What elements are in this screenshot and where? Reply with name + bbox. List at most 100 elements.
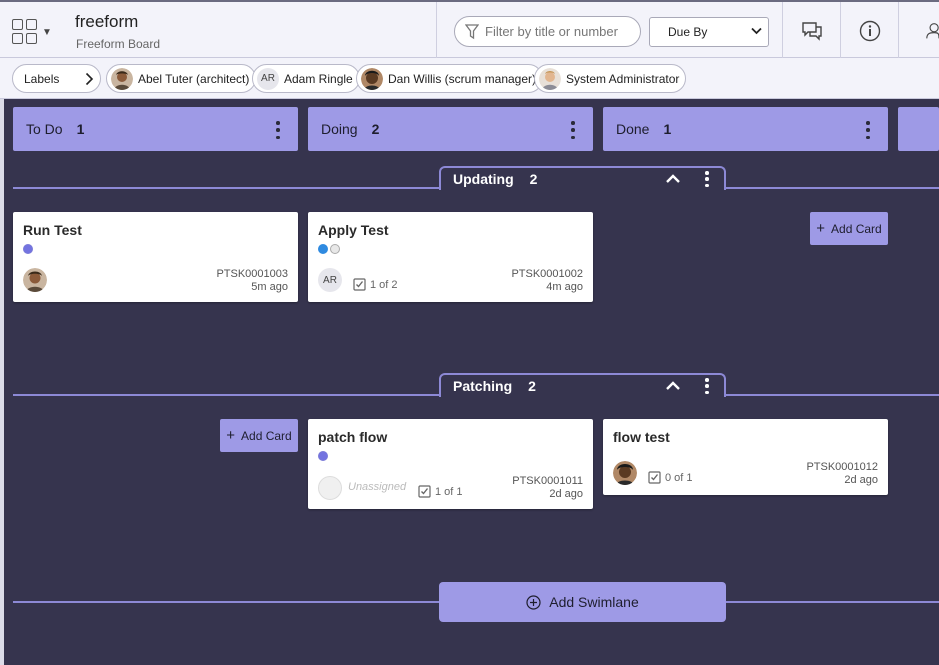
card-number: PTSK0001002 — [511, 268, 583, 280]
card-age: 2d ago — [844, 474, 878, 486]
filter-chip-bar: Labels Abel Tuter (architect) AR Adam Ri… — [0, 58, 939, 99]
checklist-text: 1 of 1 — [435, 485, 463, 498]
card-labels — [23, 244, 33, 254]
column-name: To Do — [26, 121, 63, 137]
member-chip-dan-willis[interactable]: Dan Willis (scrum manager) — [356, 64, 544, 93]
sort-select-value: Due By — [668, 25, 708, 39]
chevron-up-icon[interactable] — [665, 380, 681, 391]
column-header-done[interactable]: Done 1 — [603, 107, 888, 151]
column-name: Doing — [321, 121, 358, 137]
info-button[interactable] — [840, 2, 898, 59]
column-count: 1 — [663, 121, 672, 137]
more-options-icon[interactable] — [862, 121, 874, 139]
board-menu-button[interactable]: ▼ — [12, 18, 58, 46]
add-card-label: Add Card — [241, 428, 292, 443]
column-count: 1 — [76, 121, 85, 137]
swimlane-header-patching[interactable]: Patching 2 — [439, 373, 726, 397]
left-edge-strip — [0, 99, 4, 665]
checklist-progress: 1 of 1 — [418, 485, 463, 498]
avatar-initials: AR — [257, 67, 279, 90]
card-age: 5m ago — [251, 281, 288, 293]
task-card-apply-test[interactable]: Apply Test AR 1 of 2 PTSK0001002 4m ago — [308, 212, 593, 302]
info-icon — [859, 20, 880, 41]
checklist-text: 1 of 2 — [370, 278, 398, 291]
card-number: PTSK0001011 — [512, 475, 583, 487]
chip-label: Adam Ringle — [284, 71, 353, 86]
chevron-right-icon — [85, 72, 94, 85]
chip-label: Dan Willis (scrum manager) — [388, 71, 537, 86]
chevron-up-icon[interactable] — [665, 173, 681, 184]
plus-circle-icon — [526, 594, 541, 610]
card-number: PTSK0001012 — [806, 461, 878, 473]
assignee-avatar — [23, 268, 47, 292]
avatar — [111, 67, 133, 90]
card-age: 4m ago — [546, 281, 583, 293]
card-meta: PTSK0001002 4m ago — [511, 268, 583, 294]
swimlane-count: 2 — [529, 171, 538, 187]
filter-icon — [465, 23, 479, 39]
column-name: Done — [616, 121, 650, 137]
checklist-progress: 0 of 1 — [648, 471, 693, 484]
more-options-icon[interactable] — [703, 378, 711, 394]
task-card-run-test[interactable]: Run Test PTSK0001003 5m ago — [13, 212, 298, 302]
unassigned-text: Unassigned — [348, 481, 407, 493]
checklist-progress: 1 of 2 — [353, 278, 398, 291]
filter-input[interactable] — [485, 24, 635, 39]
member-chip-adam-ringle[interactable]: AR Adam Ringle — [252, 64, 360, 93]
card-meta: PTSK0001003 5m ago — [216, 268, 288, 294]
member-chip-abel-tuter[interactable]: Abel Tuter (architect) — [106, 64, 257, 93]
card-age: 2d ago — [549, 488, 583, 500]
labels-filter-chip[interactable]: Labels — [12, 64, 101, 93]
checkbox-icon — [353, 278, 366, 291]
caret-down-icon: ▼ — [42, 26, 52, 38]
card-title: flow test — [613, 429, 670, 445]
swimlane-header-updating[interactable]: Updating 2 — [439, 166, 726, 190]
card-title: patch flow — [318, 429, 388, 445]
chip-label: System Administrator — [566, 71, 680, 86]
card-labels — [318, 451, 328, 461]
more-options-icon[interactable] — [703, 171, 711, 187]
more-options-icon[interactable] — [272, 121, 284, 139]
swimlane-count: 2 — [528, 378, 536, 394]
avatar — [361, 67, 383, 90]
filter-box[interactable] — [454, 16, 641, 47]
plus-icon: + — [816, 220, 826, 237]
assignee-avatar — [613, 461, 637, 485]
add-column-header[interactable] — [898, 107, 939, 151]
members-button[interactable] — [898, 2, 939, 59]
add-card-button[interactable]: + Add Card — [220, 419, 298, 452]
card-labels — [318, 244, 340, 254]
column-count: 2 — [371, 121, 380, 137]
grid-icon — [12, 19, 38, 45]
column-header-doing[interactable]: Doing 2 — [308, 107, 593, 151]
assignee-initials: AR — [318, 268, 342, 292]
chevron-down-icon — [751, 26, 762, 38]
add-swimlane-label: Add Swimlane — [549, 594, 639, 610]
card-title: Run Test — [23, 222, 82, 238]
card-number: PTSK0001003 — [216, 268, 288, 280]
add-card-button[interactable]: + Add Card — [810, 212, 888, 245]
card-title: Apply Test — [318, 222, 389, 238]
swimlane-name: Updating — [453, 171, 514, 187]
conversations-button[interactable] — [782, 2, 840, 59]
swimlane-name: Patching — [453, 378, 513, 394]
sort-select[interactable]: Due By — [649, 17, 769, 47]
board-title: freeform — [75, 12, 139, 31]
card-meta: PTSK0001011 2d ago — [512, 475, 583, 501]
header-divider — [436, 2, 437, 59]
checkbox-icon — [418, 485, 431, 498]
member-chip-system-administrator[interactable]: System Administrator — [534, 64, 687, 93]
more-options-icon[interactable] — [567, 121, 579, 139]
add-card-label: Add Card — [831, 221, 882, 236]
board-header: ▼ freeform Freeform Board Due By — [0, 0, 939, 59]
user-icon — [926, 22, 939, 38]
checkbox-icon — [648, 471, 661, 484]
add-swimlane-button[interactable]: Add Swimlane — [439, 582, 726, 622]
column-header-todo[interactable]: To Do 1 — [13, 107, 298, 151]
chip-label: Labels — [24, 71, 60, 86]
task-card-flow-test[interactable]: flow test 0 of 1 PTSK0001012 2d ago — [603, 419, 888, 495]
task-card-patch-flow[interactable]: patch flow Unassigned 1 of 1 PTSK0001011… — [308, 419, 593, 509]
empty-avatar — [318, 476, 342, 500]
card-meta: PTSK0001012 2d ago — [806, 461, 878, 487]
checklist-text: 0 of 1 — [665, 471, 693, 484]
